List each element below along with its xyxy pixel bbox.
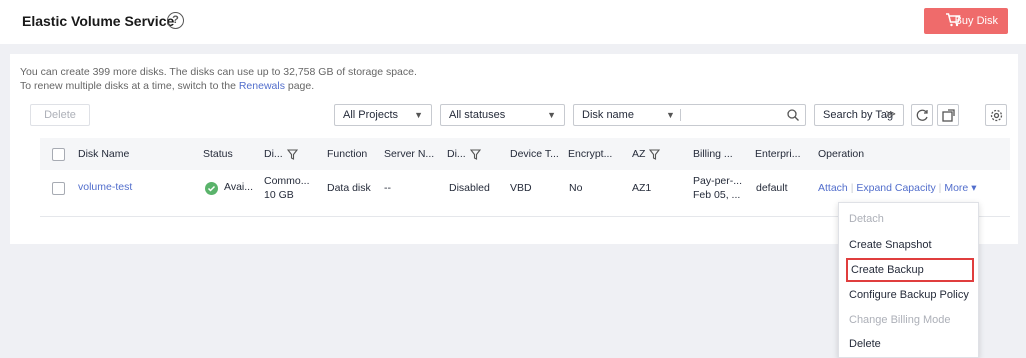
col-enterprise-project[interactable]: Enterpri... [755, 148, 801, 160]
menu-item-configure-backup-policy[interactable]: Configure Backup Policy [839, 283, 978, 307]
more-menu: Detach Create Snapshot Create Backup Con… [838, 202, 979, 358]
status-select[interactable]: All statuses ▼ [440, 104, 565, 126]
renewal-info: To renew multiple disks at a time, switc… [20, 80, 314, 92]
cart-icon [946, 13, 961, 27]
quota-info: You can create 399 more disks. The disks… [20, 66, 417, 78]
divider [680, 109, 681, 121]
col-encryption[interactable]: Encrypt... [568, 148, 612, 160]
col-device-type[interactable]: Device T... [510, 148, 559, 160]
col-billing[interactable]: Billing ... [693, 148, 733, 160]
col-az[interactable]: AZ [632, 148, 661, 160]
status-select-value: All statuses [449, 109, 506, 121]
col-az-label: AZ [632, 148, 646, 160]
filter-icon[interactable] [649, 149, 661, 160]
disk-name-link[interactable]: volume-test [78, 181, 132, 193]
status-text: Avai... [224, 181, 253, 193]
project-select[interactable]: All Projects ▼ [334, 104, 432, 126]
row-checkbox[interactable] [52, 182, 65, 195]
project-select-value: All Projects [343, 109, 399, 121]
menu-item-delete[interactable]: Delete [839, 332, 978, 356]
buy-disk-button[interactable]: Buy Disk [924, 8, 1008, 34]
disk-size-text: 10 GB [264, 189, 294, 201]
renewal-info-text: To renew multiple disks at a time, switc… [20, 80, 239, 92]
col-disk-name[interactable]: Disk Name [78, 148, 129, 160]
filter-icon[interactable] [286, 149, 298, 160]
chevron-down-icon: ▾ [971, 182, 977, 194]
col-server-name[interactable]: Server N... [384, 148, 434, 160]
select-all-checkbox[interactable] [52, 148, 65, 161]
device-type-text: VBD [510, 182, 532, 194]
refresh-icon [916, 109, 928, 121]
double-chevron-down-icon: ≫ [885, 109, 896, 120]
menu-item-create-snapshot[interactable]: Create Snapshot [839, 233, 978, 257]
encrypted-text: No [569, 182, 583, 194]
search-field-select[interactable]: Disk name [582, 109, 634, 121]
search-by-tag-button[interactable]: Search by Tag ≫ [814, 104, 904, 126]
op-separator: | [938, 182, 942, 194]
renewal-info-suffix: page. [284, 80, 315, 92]
filter-icon[interactable] [469, 149, 481, 160]
az-text: AZ1 [632, 182, 652, 194]
status-ok-icon [205, 182, 218, 195]
enterprise-project-text: default [756, 182, 788, 194]
search-icon[interactable] [787, 109, 799, 121]
col-status[interactable]: Status [203, 148, 233, 160]
col-operation: Operation [818, 148, 865, 160]
help-icon[interactable]: ? [167, 12, 184, 29]
col-function[interactable]: Function [327, 148, 367, 160]
menu-item-create-backup[interactable]: Create Backup [846, 258, 974, 282]
export-icon [942, 109, 955, 122]
gear-icon [990, 109, 1003, 122]
more-label: More [944, 182, 969, 194]
delete-button[interactable]: Delete [30, 104, 90, 126]
search-by-tag-label: Search by Tag [823, 109, 894, 121]
search-input[interactable] [686, 105, 782, 125]
operation-cell: Attach | Expand Capacity | More ▾ [818, 182, 976, 194]
col-disk-type-label: Di... [264, 148, 283, 160]
billing-date-text: Feb 05, ... [693, 189, 741, 201]
col-sharing[interactable]: Di... [447, 148, 481, 160]
server-text: -- [384, 182, 391, 194]
search-box[interactable]: Disk name ▼ [573, 104, 806, 126]
renewals-link[interactable]: Renewals [239, 80, 285, 92]
col-sharing-label: Di... [447, 148, 466, 160]
billing-mode-text: Pay-per-... [693, 175, 743, 187]
export-button[interactable] [937, 104, 959, 126]
page-title: Elastic Volume Service [22, 13, 175, 29]
col-disk-type[interactable]: Di... [264, 148, 298, 160]
function-text: Data disk [327, 182, 371, 194]
menu-item-detach[interactable]: Detach [839, 207, 978, 231]
settings-button[interactable] [985, 104, 1007, 126]
disk-type-text: Commo... [264, 175, 310, 187]
chevron-down-icon: ▼ [666, 110, 675, 120]
sharing-text: Disabled [449, 182, 490, 194]
menu-item-change-billing-mode[interactable]: Change Billing Mode [839, 308, 978, 332]
more-dropdown[interactable]: More ▾ [944, 182, 976, 194]
attach-link[interactable]: Attach [818, 182, 848, 194]
refresh-button[interactable] [911, 104, 933, 126]
expand-capacity-link[interactable]: Expand Capacity [856, 182, 935, 194]
page-header: Elastic Volume Service ? Buy Disk [0, 0, 1026, 44]
buy-disk-label: Buy Disk [954, 15, 998, 27]
op-separator: | [850, 182, 854, 194]
chevron-down-icon: ▼ [547, 110, 556, 120]
chevron-down-icon: ▼ [414, 110, 423, 120]
